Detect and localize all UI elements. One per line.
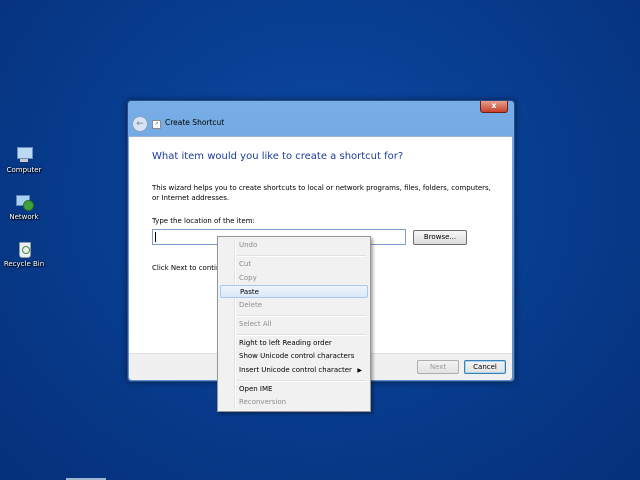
close-button[interactable]: x [480, 101, 508, 113]
network-icon [15, 193, 34, 211]
desktop-icon-label: Computer [6, 166, 42, 174]
menu-item-copy[interactable]: Copy [220, 272, 368, 285]
menu-item-reconversion[interactable]: Reconversion [220, 396, 368, 409]
shortcut-app-icon: ↗ [152, 120, 161, 129]
desktop-icon-label: Recycle Bin [3, 260, 45, 268]
cancel-button[interactable]: Cancel [464, 360, 506, 374]
menu-item-undo[interactable]: Undo [220, 239, 368, 252]
menu-separator [237, 380, 366, 382]
menu-item-delete[interactable]: Delete [220, 299, 368, 312]
menu-item-select-all[interactable]: Select All [220, 318, 368, 331]
menu-item-insert-unicode[interactable]: Insert Unicode control character ▶ [220, 364, 368, 377]
title-bar[interactable]: ← ↗ Create Shortcut x [128, 101, 514, 136]
computer-icon [15, 146, 33, 164]
submenu-arrow-icon: ▶ [357, 367, 362, 374]
menu-separator [237, 334, 366, 336]
menu-separator [237, 315, 366, 317]
window-title: Create Shortcut [165, 118, 225, 127]
menu-item-cut[interactable]: Cut [220, 258, 368, 271]
menu-item-rtl-reading-order[interactable]: Right to left Reading order [220, 337, 368, 350]
desktop-icon-network[interactable]: Network [2, 193, 46, 221]
continue-hint: Click Next to continue. [152, 264, 218, 272]
location-label: Type the location of the item: [152, 217, 255, 225]
recycle-bin-icon [15, 240, 33, 258]
desktop-icon-computer[interactable]: Computer [2, 146, 46, 174]
next-button[interactable]: Next [417, 360, 459, 374]
page-heading: What item would you like to create a sho… [152, 151, 404, 162]
menu-item-show-unicode[interactable]: Show Unicode control characters [220, 350, 368, 363]
text-caret [155, 232, 156, 242]
menu-item-open-ime[interactable]: Open IME [220, 383, 368, 396]
desktop-icon-recycle-bin[interactable]: Recycle Bin [2, 240, 46, 268]
desktop-icon-label: Network [9, 213, 39, 221]
browse-button[interactable]: Browse... [413, 230, 467, 245]
context-menu: Undo Cut Copy Paste Delete Select All Ri… [217, 236, 371, 412]
menu-separator [237, 255, 366, 257]
wizard-description: This wizard helps you to create shortcut… [152, 184, 491, 202]
menu-item-paste[interactable]: Paste [220, 285, 368, 298]
back-arrow-icon[interactable]: ← [132, 116, 148, 132]
